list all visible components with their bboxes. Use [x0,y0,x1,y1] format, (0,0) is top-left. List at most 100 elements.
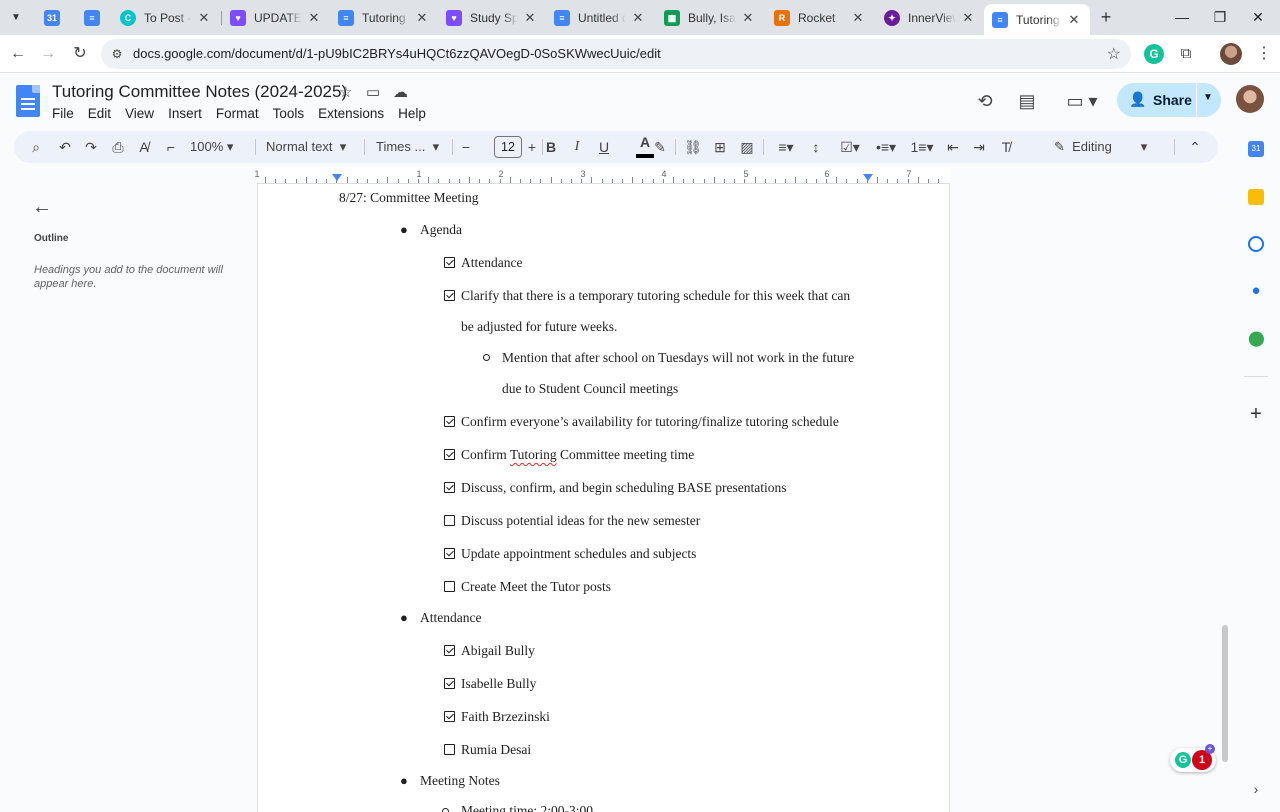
menu-format[interactable]: Format [216,104,266,123]
agenda-item[interactable]: Clarify that there is a temporary tutori… [461,288,850,304]
checkbox-checked[interactable] [444,482,455,493]
star-icon[interactable]: ☆ [339,83,352,101]
checkbox-checked[interactable] [444,548,455,559]
checkbox-checked[interactable] [444,257,455,268]
share-button[interactable]: 👤 Share ▼ [1117,83,1221,117]
extensions-puzzle-icon[interactable]: ⧉ [1176,44,1196,64]
checkbox-checked[interactable] [444,645,455,656]
contacts-icon[interactable]: ● [1248,283,1264,299]
close-icon[interactable]: ✕ [1066,12,1082,28]
paragraph-style-select[interactable]: Normal text ▾ [266,135,356,159]
checklist-icon[interactable]: ☑▾ [834,135,866,159]
cloud-saved-icon[interactable]: ☁ [393,83,408,101]
menu-insert[interactable]: Insert [168,104,209,123]
insert-link-icon[interactable]: ⛓ [683,135,703,159]
tab-tutoring-c-active[interactable]: ≡ Tutoring C ✕ [984,4,1090,35]
scrollbar-thumb[interactable] [1222,625,1228,762]
font-family-select[interactable]: Times ... ▾ [376,135,444,159]
bookmark-star-icon[interactable]: ☆ [1107,44,1121,64]
menu-file[interactable]: File [52,104,81,123]
agenda-label[interactable]: Agenda [420,222,462,238]
tab-untitled-doc[interactable]: ≡ Untitled d ✕ [546,4,654,32]
new-tab-button[interactable]: + [1096,7,1116,27]
grammarly-extension-icon[interactable]: G [1144,44,1164,64]
spellcheck-flagged-word[interactable]: Tutoring [510,447,557,462]
agenda-item[interactable]: Create Meet the Tutor posts [461,579,611,595]
version-history-icon[interactable]: ⟲ [973,89,997,113]
close-icon[interactable]: ✕ [196,10,212,26]
forward-arrow-icon[interactable]: → [36,42,60,66]
horizontal-ruler[interactable]: 1 1 2 3 4 5 6 7 [254,168,950,184]
address-bar[interactable]: ⚙ docs.google.com/document/d/1-pU9bIC2BR… [101,39,1131,69]
menu-tools[interactable]: Tools [273,104,312,123]
numbered-list-icon[interactable]: 1≡▾ [906,135,938,159]
italic-icon[interactable]: I [569,135,585,159]
grammarly-widget[interactable]: G 1 + [1170,744,1216,772]
increase-font-size-icon[interactable]: + [525,135,539,159]
meeting-notes-label[interactable]: Meeting Notes [420,773,500,789]
editing-mode-select[interactable]: ✎ Editing ▾ [1054,135,1166,159]
zoom-select[interactable]: 100% ▾ [190,135,250,159]
close-icon[interactable]: ✕ [960,10,976,26]
url-text[interactable]: docs.google.com/document/d/1-pU9bIC2BRYs… [133,46,661,61]
increase-indent-icon[interactable]: ⇥ [969,135,989,159]
restore-icon[interactable]: ❐ [1210,7,1230,27]
menu-edit[interactable]: Edit [88,104,118,123]
tab-updated[interactable]: ♥ UPDATED ✕ [222,4,330,32]
tab-innerview[interactable]: ✦ InnerView ✕ [876,4,984,32]
agenda-item[interactable]: Discuss potential ideas for the new seme… [461,513,700,529]
checkbox-checked[interactable] [444,678,455,689]
font-size-input[interactable]: 12 [494,136,522,158]
attendee[interactable]: Isabelle Bully [461,676,536,692]
checkbox-unchecked[interactable] [444,515,455,526]
close-icon[interactable]: ✕ [306,10,322,26]
highlight-icon[interactable]: ✎ [651,135,669,159]
menu-help[interactable]: Help [398,104,433,123]
agenda-item-continuation[interactable]: be adjusted for future weeks. [461,319,617,335]
site-info-icon[interactable]: ⚙ [109,46,125,62]
underline-icon[interactable]: U [596,135,612,159]
paint-format-icon[interactable]: ⌐ [161,135,181,159]
attendance-label[interactable]: Attendance [420,610,481,626]
close-icon[interactable]: ✕ [740,10,756,26]
meet-video-icon[interactable]: ▭ ▾ [1062,89,1102,113]
close-icon[interactable]: ✕ [414,10,430,26]
menu-extensions[interactable]: Extensions [318,104,391,123]
profile-avatar[interactable] [1220,43,1242,65]
agenda-item[interactable]: Attendance [461,255,522,271]
collapse-menus-icon[interactable]: ⌃ [1185,135,1205,159]
more-vert-icon[interactable]: ⋮ [1254,44,1274,64]
checkbox-unchecked[interactable] [444,744,455,755]
close-window-icon[interactable]: ✕ [1248,7,1268,27]
attendee[interactable]: Abigail Bully [461,643,535,659]
tasks-icon[interactable] [1248,236,1264,252]
insert-image-icon[interactable]: ▨ [737,135,757,159]
tab-study-space[interactable]: ♥ Study Spac ✕ [438,4,546,32]
tab-calendar[interactable]: 31 [36,4,74,32]
spellcheck-icon[interactable]: A̸ [134,135,154,159]
tab-rocket[interactable]: R Rocket ✕ [766,4,874,32]
agenda-item[interactable]: Confirm everyone’s availability for tuto… [461,414,839,430]
add-comment-icon[interactable]: ⊞ [710,135,730,159]
tab-tutoring-b[interactable]: ≡ Tutoring B ✕ [330,4,438,32]
checkbox-checked[interactable] [444,449,455,460]
minimize-icon[interactable]: — [1172,7,1192,27]
maps-icon[interactable]: ⬤ [1248,331,1265,347]
meeting-heading[interactable]: 8/27: Committee Meeting [339,190,478,206]
redo-icon[interactable]: ↷ [81,135,101,159]
checkbox-checked[interactable] [444,290,455,301]
clear-formatting-icon[interactable]: T̸ [996,135,1016,159]
chevron-down-icon[interactable]: ▼ [1203,92,1213,103]
sub-item-continuation[interactable]: due to Student Council meetings [502,381,678,397]
close-icon[interactable]: ✕ [630,10,646,26]
tab-to-post[interactable]: C To Post - C ✕ [112,4,220,32]
menu-view[interactable]: View [125,104,161,123]
checkbox-checked[interactable] [444,416,455,427]
attendee[interactable]: Rumia Desai [461,742,531,758]
undo-icon[interactable]: ↶ [55,135,75,159]
meeting-note[interactable]: Meeting time: 2:00-3:00 [461,803,593,812]
docs-logo-icon[interactable] [16,85,40,117]
sub-item[interactable]: Mention that after school on Tuesdays wi… [502,350,854,366]
close-icon[interactable]: ✕ [522,10,538,26]
back-arrow-icon[interactable]: ← [32,196,52,219]
